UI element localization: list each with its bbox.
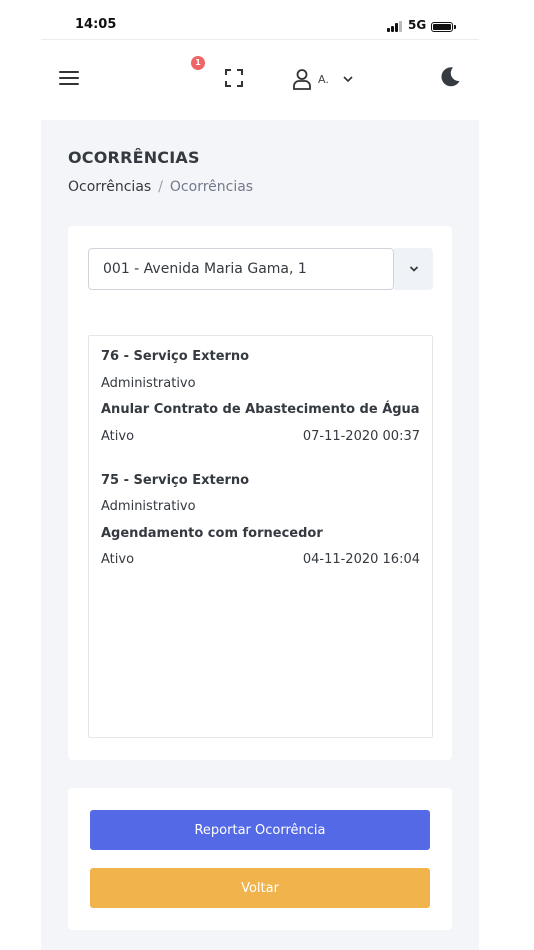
occurrence-subject: Agendamento com fornecedor [101,526,323,541]
signal-icon [387,21,403,32]
occurrence-subject: Anular Contrato de Abastecimento de Água [101,402,420,417]
chevron-down-icon [409,266,419,272]
menu-icon[interactable] [59,69,79,87]
back-button[interactable]: Voltar [90,868,430,908]
user-icon[interactable] [292,68,312,90]
user-name[interactable]: A. [318,73,329,86]
top-navbar: 1 A. [41,40,479,120]
phone-screen: 14:05 5G 1 A. OCORRÊNCIAS Ocorrências / … [41,0,479,950]
notification-badge[interactable]: 1 [191,56,205,70]
address-select[interactable]: 001 - Avenida Maria Gama, 1 [88,248,433,290]
breadcrumb: Ocorrências / Ocorrências [68,179,253,195]
occurrence-status: Ativo [101,552,135,567]
occurrence-category: Administrativo [101,499,196,514]
breadcrumb-separator: / [158,179,163,195]
breadcrumb-item-occurrences[interactable]: Ocorrências [68,179,151,195]
chevron-down-icon[interactable] [343,75,353,83]
occurrence-heading: 76 - Serviço Externo [101,349,250,364]
occurrence-category: Administrativo [101,376,196,391]
status-bar: 14:05 5G [41,0,479,40]
fullscreen-icon[interactable] [224,68,244,88]
occurrence-heading: 75 - Serviço Externo [101,473,250,488]
battery-icon [431,22,456,32]
moon-icon[interactable] [439,66,461,88]
report-occurrence-button[interactable]: Reportar Ocorrência [90,810,430,850]
occurrence-list[interactable]: 76 - Serviço Externo Administrativo Anul… [88,335,433,738]
address-select-value[interactable]: 001 - Avenida Maria Gama, 1 [88,248,394,290]
list-item[interactable]: 75 - Serviço Externo Administrativo Agen… [89,460,432,580]
occurrences-card: 001 - Avenida Maria Gama, 1 76 - Serviço… [68,226,452,760]
network-label: 5G [408,18,427,32]
actions-card: Reportar Ocorrência Voltar [68,788,452,930]
occurrence-datetime: 04-11-2020 16:04 [302,552,420,567]
page-title: OCORRÊNCIAS [68,148,200,167]
address-select-toggle[interactable] [394,248,433,290]
occurrence-datetime: 07-11-2020 00:37 [302,429,420,444]
breadcrumb-item-current: Ocorrências [169,179,254,195]
status-time: 14:05 [75,17,117,32]
occurrence-status: Ativo [101,429,135,444]
list-item[interactable]: 76 - Serviço Externo Administrativo Anul… [89,336,432,456]
